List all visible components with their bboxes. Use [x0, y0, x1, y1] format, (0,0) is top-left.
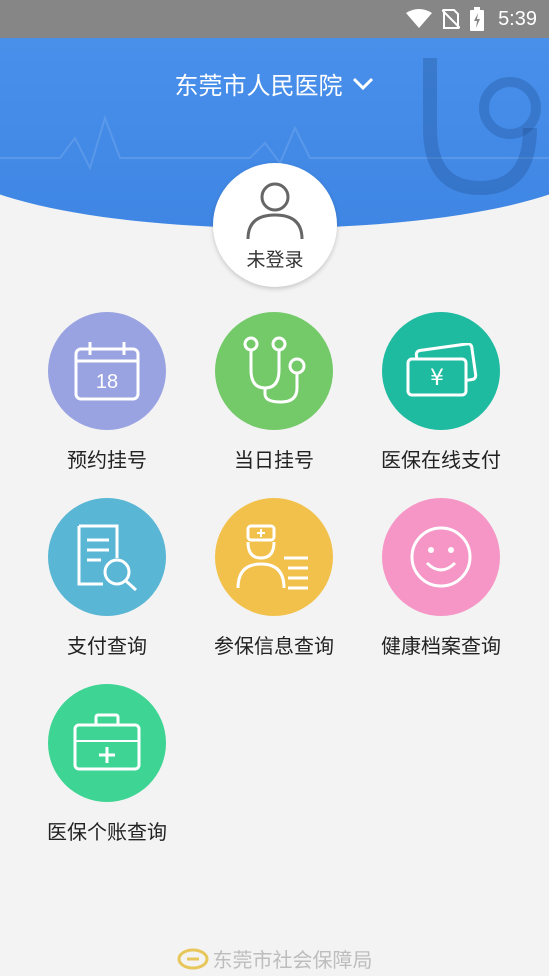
status-bar: 5:39: [0, 0, 549, 38]
menu-item-same-day[interactable]: 当日挂号: [189, 312, 359, 482]
document-search-icon: [77, 524, 138, 592]
no-sim-icon: [442, 9, 461, 29]
menu-item-label: 预约挂号: [67, 448, 147, 472]
menu-item-payment-query[interactable]: 支付查询: [22, 498, 192, 668]
medical-kit-icon: [73, 713, 141, 771]
menu-item-personal-account[interactable]: 医保个账查询: [22, 684, 192, 854]
menu-item-label: 健康档案查询: [381, 634, 501, 658]
smiley-icon: [410, 526, 472, 588]
menu-item-appointment[interactable]: 18 预约挂号: [22, 312, 192, 482]
menu-item-label: 当日挂号: [234, 448, 314, 472]
menu-item-label: 医保在线支付: [381, 448, 501, 472]
social-security-logo-icon: [177, 948, 208, 969]
login-status-label: 未登录: [246, 249, 304, 271]
calendar-icon: 18: [74, 342, 140, 401]
currency-symbol: ¥: [430, 366, 444, 391]
menu-item-health-record[interactable]: 健康档案查询: [356, 498, 526, 668]
user-icon: [246, 182, 304, 240]
chevron-down-icon: [352, 77, 373, 90]
wifi-icon: [406, 9, 433, 28]
battery-charging-icon: [470, 7, 485, 31]
menu-item-label: 支付查询: [67, 634, 147, 658]
payment-card-icon: ¥: [406, 343, 478, 397]
status-time: 5:39: [498, 7, 537, 30]
doctor-info-icon: [236, 524, 308, 590]
menu-icon-circle: ¥: [382, 312, 500, 430]
menu-icon-circle: [215, 498, 333, 616]
stethoscope-icon: [243, 336, 306, 404]
menu-item-label: 医保个账查询: [47, 820, 167, 844]
menu-item-label: 参保信息查询: [214, 634, 334, 658]
status-icons: 5:39: [406, 7, 537, 31]
menu-item-insured-info[interactable]: 参保信息查询: [189, 498, 359, 668]
menu-icon-circle: [48, 684, 166, 802]
hospital-selector[interactable]: 东莞市人民医院: [0, 66, 549, 101]
footer: 东莞市社会保障局: [0, 944, 549, 973]
menu-item-insurance-payment[interactable]: ¥ 医保在线支付: [356, 312, 526, 482]
hospital-name: 东莞市人民医院: [174, 72, 343, 100]
footer-text: 东莞市社会保障局: [212, 948, 373, 972]
calendar-date: 18: [96, 371, 118, 393]
menu-icon-circle: [215, 312, 333, 430]
menu-icon-circle: [382, 498, 500, 616]
login-avatar[interactable]: 未登录: [213, 163, 337, 287]
menu-icon-circle: [48, 498, 166, 616]
menu-icon-circle: 18: [48, 312, 166, 430]
